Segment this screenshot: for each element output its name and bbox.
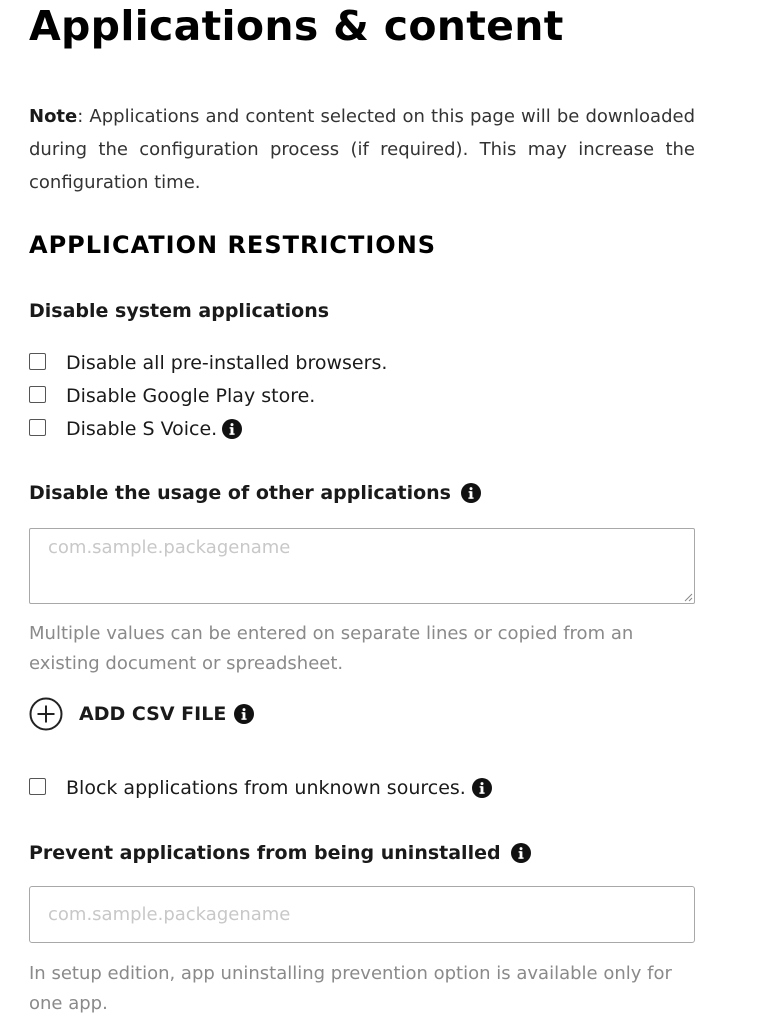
option-disable-browsers[interactable]: Disable all pre-installed browsers. [29, 348, 387, 378]
info-icon[interactable] [471, 778, 492, 798]
block-unknown-sources-label: Block applications from unknown sources. [66, 777, 466, 799]
prevent-uninstall-package-input[interactable] [29, 886, 695, 943]
disable-s-voice-checkbox[interactable] [29, 418, 46, 436]
other-apps-helper-text: Multiple values can be entered on separa… [29, 623, 634, 674]
disable-other-apps-heading: Disable the usage of other applications [29, 478, 481, 508]
disable-play-store-label: Disable Google Play store. [66, 385, 316, 407]
block-unknown-sources-checkbox[interactable] [29, 777, 46, 795]
info-icon[interactable] [460, 483, 481, 503]
add-csv-file-label: ADD CSV FILE [79, 703, 227, 725]
option-disable-play-store[interactable]: Disable Google Play store. [29, 381, 315, 411]
config-note: Note: Applications and content selected … [29, 100, 695, 199]
note-text: : Applications and content selected on t… [29, 106, 695, 193]
disable-s-voice-label: Disable S Voice. [66, 418, 218, 440]
prevent-uninstall-heading: Prevent applications from being uninstal… [29, 838, 531, 868]
application-restrictions-heading: APPLICATION RESTRICTIONS [29, 231, 437, 259]
prevent-uninstall-heading-text: Prevent applications from being uninstal… [29, 842, 501, 864]
disable-browsers-label: Disable all pre-installed browsers. [66, 352, 388, 374]
info-icon[interactable] [510, 843, 531, 863]
disable-play-store-checkbox[interactable] [29, 385, 46, 403]
disable-browsers-checkbox[interactable] [29, 352, 46, 370]
option-block-unknown-sources[interactable]: Block applications from unknown sources. [29, 773, 492, 803]
add-csv-file-button[interactable]: ADD CSV FILE [29, 697, 255, 731]
option-disable-s-voice[interactable]: Disable S Voice. [29, 414, 243, 444]
plus-circle-icon [29, 697, 63, 731]
disable-system-apps-heading: Disable system applications [29, 296, 329, 326]
info-icon[interactable] [234, 704, 255, 724]
note-label: Note [29, 106, 78, 127]
page-title: Applications & content [29, 2, 564, 50]
disable-system-apps-heading-text: Disable system applications [29, 300, 330, 322]
disable-other-apps-heading-text: Disable the usage of other applications [29, 482, 451, 504]
info-icon[interactable] [222, 419, 243, 439]
other-apps-package-textarea[interactable] [29, 528, 695, 604]
prevent-uninstall-helper-text: In setup edition, app uninstalling preve… [29, 963, 672, 1014]
